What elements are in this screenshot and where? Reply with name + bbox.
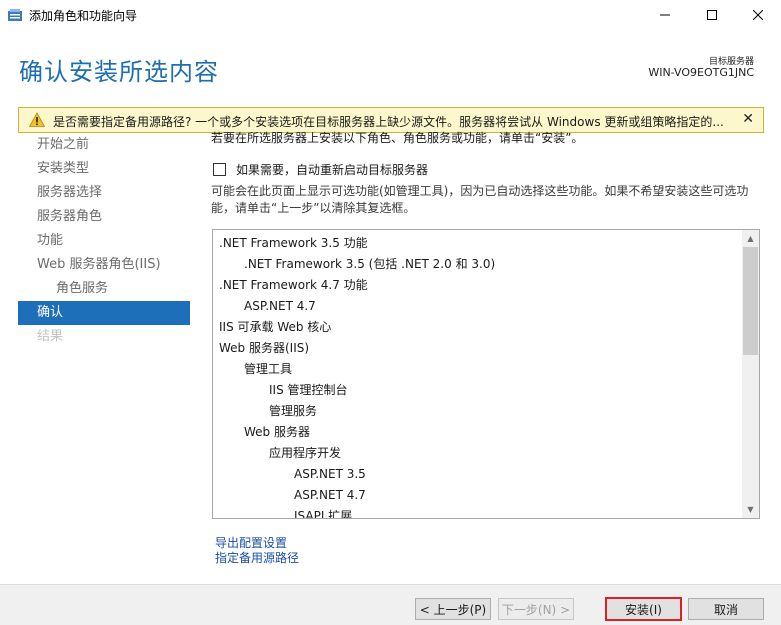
selection-list-items: .NET Framework 3.5 功能 .NET Framework 3.5 …	[219, 233, 739, 519]
scroll-down-icon[interactable]: ▼	[742, 501, 759, 518]
maximize-button[interactable]	[689, 0, 735, 30]
list-item: 应用程序开发	[269, 446, 342, 460]
list-item: ASP.NET 3.5	[294, 467, 366, 481]
intro-text: 若要在所选服务器上安装以下角色、角色服务或功能，请单击“安装”。	[211, 131, 584, 145]
close-icon[interactable]: ✕	[742, 111, 754, 127]
optional-features-description: 可能会在此页面上显示可选功能(如管理工具)，因为已自动选择这些功能。如果不希望安…	[211, 184, 749, 215]
warning-text[interactable]: 是否需要指定备用源路径? 一个或多个安装选项在目标服务器上缺少源文件。服务器将尝…	[53, 113, 733, 130]
selection-list[interactable]: .NET Framework 3.5 功能 .NET Framework 3.5 …	[212, 229, 760, 519]
list-item: ASP.NET 4.7	[294, 488, 366, 502]
target-server-name: WIN-VO9EOTG1JNC	[648, 66, 754, 79]
maximize-icon	[707, 10, 717, 20]
scrollbar[interactable]: ▲ ▼	[742, 230, 759, 518]
warning-icon	[29, 112, 45, 127]
nav-item-web-server-role[interactable]: Web 服务器角色(IIS)	[18, 253, 190, 277]
alternate-source-link[interactable]: 指定备用源路径	[215, 549, 299, 566]
title-bar: 添加角色和功能向导	[0, 0, 781, 30]
install-button[interactable]: 安装(I)	[605, 597, 682, 621]
list-item: ASP.NET 4.7	[244, 299, 316, 313]
list-item: 管理服务	[269, 404, 318, 418]
nav-item-server-roles[interactable]: 服务器角色	[18, 205, 190, 229]
list-item: 管理工具	[244, 362, 293, 376]
window-title: 添加角色和功能向导	[29, 9, 138, 23]
wizard-header: 确认安装所选内容 目标服务器 WIN-VO9EOTG1JNC	[0, 30, 781, 106]
close-button[interactable]	[735, 0, 781, 30]
minimize-button[interactable]	[642, 0, 688, 30]
server-manager-icon	[8, 9, 22, 21]
nav-item-features[interactable]: 功能	[18, 229, 190, 253]
nav-item-before-you-begin[interactable]: 开始之前	[18, 133, 190, 157]
scroll-up-icon[interactable]: ▲	[742, 230, 759, 247]
restart-option[interactable]: 如果需要，自动重新启动目标服务器	[213, 161, 428, 178]
cancel-button[interactable]: 取消	[688, 598, 764, 620]
list-item: IIS 管理控制台	[269, 383, 348, 397]
scroll-thumb[interactable]	[743, 247, 758, 355]
nav-item-installation-type[interactable]: 安装类型	[18, 157, 190, 181]
list-item: Web 服务器(IIS)	[219, 341, 310, 355]
nav-item-confirmation[interactable]: 确认	[18, 301, 190, 325]
restart-checkbox-label[interactable]: 如果需要，自动重新启动目标服务器	[236, 161, 428, 178]
nav-item-server-selection[interactable]: 服务器选择	[18, 181, 190, 205]
close-icon	[753, 10, 763, 20]
list-item: .NET Framework 3.5 功能	[219, 236, 368, 250]
list-item: ISAPI 扩展	[294, 509, 353, 519]
restart-checkbox[interactable]	[213, 163, 226, 176]
wizard-footer: < 上一步(P) 下一步(N) > 安装(I) 取消	[0, 584, 781, 625]
wizard-nav: 开始之前 安装类型 服务器选择 服务器角色 功能 Web 服务器角色(IIS) …	[18, 133, 190, 349]
nav-item-role-services[interactable]: 角色服务	[18, 277, 190, 301]
page-title: 确认安装所选内容	[19, 58, 219, 86]
nav-item-results: 结果	[37, 329, 64, 344]
next-button: 下一步(N) >	[498, 598, 574, 620]
minimize-icon	[660, 14, 670, 16]
previous-button[interactable]: < 上一步(P)	[415, 598, 491, 620]
list-item: .NET Framework 3.5 (包括 .NET 2.0 和 3.0)	[244, 257, 496, 271]
list-item: IIS 可承载 Web 核心	[219, 320, 332, 334]
list-item: .NET Framework 4.7 功能	[219, 278, 368, 292]
list-item: Web 服务器	[244, 425, 310, 439]
